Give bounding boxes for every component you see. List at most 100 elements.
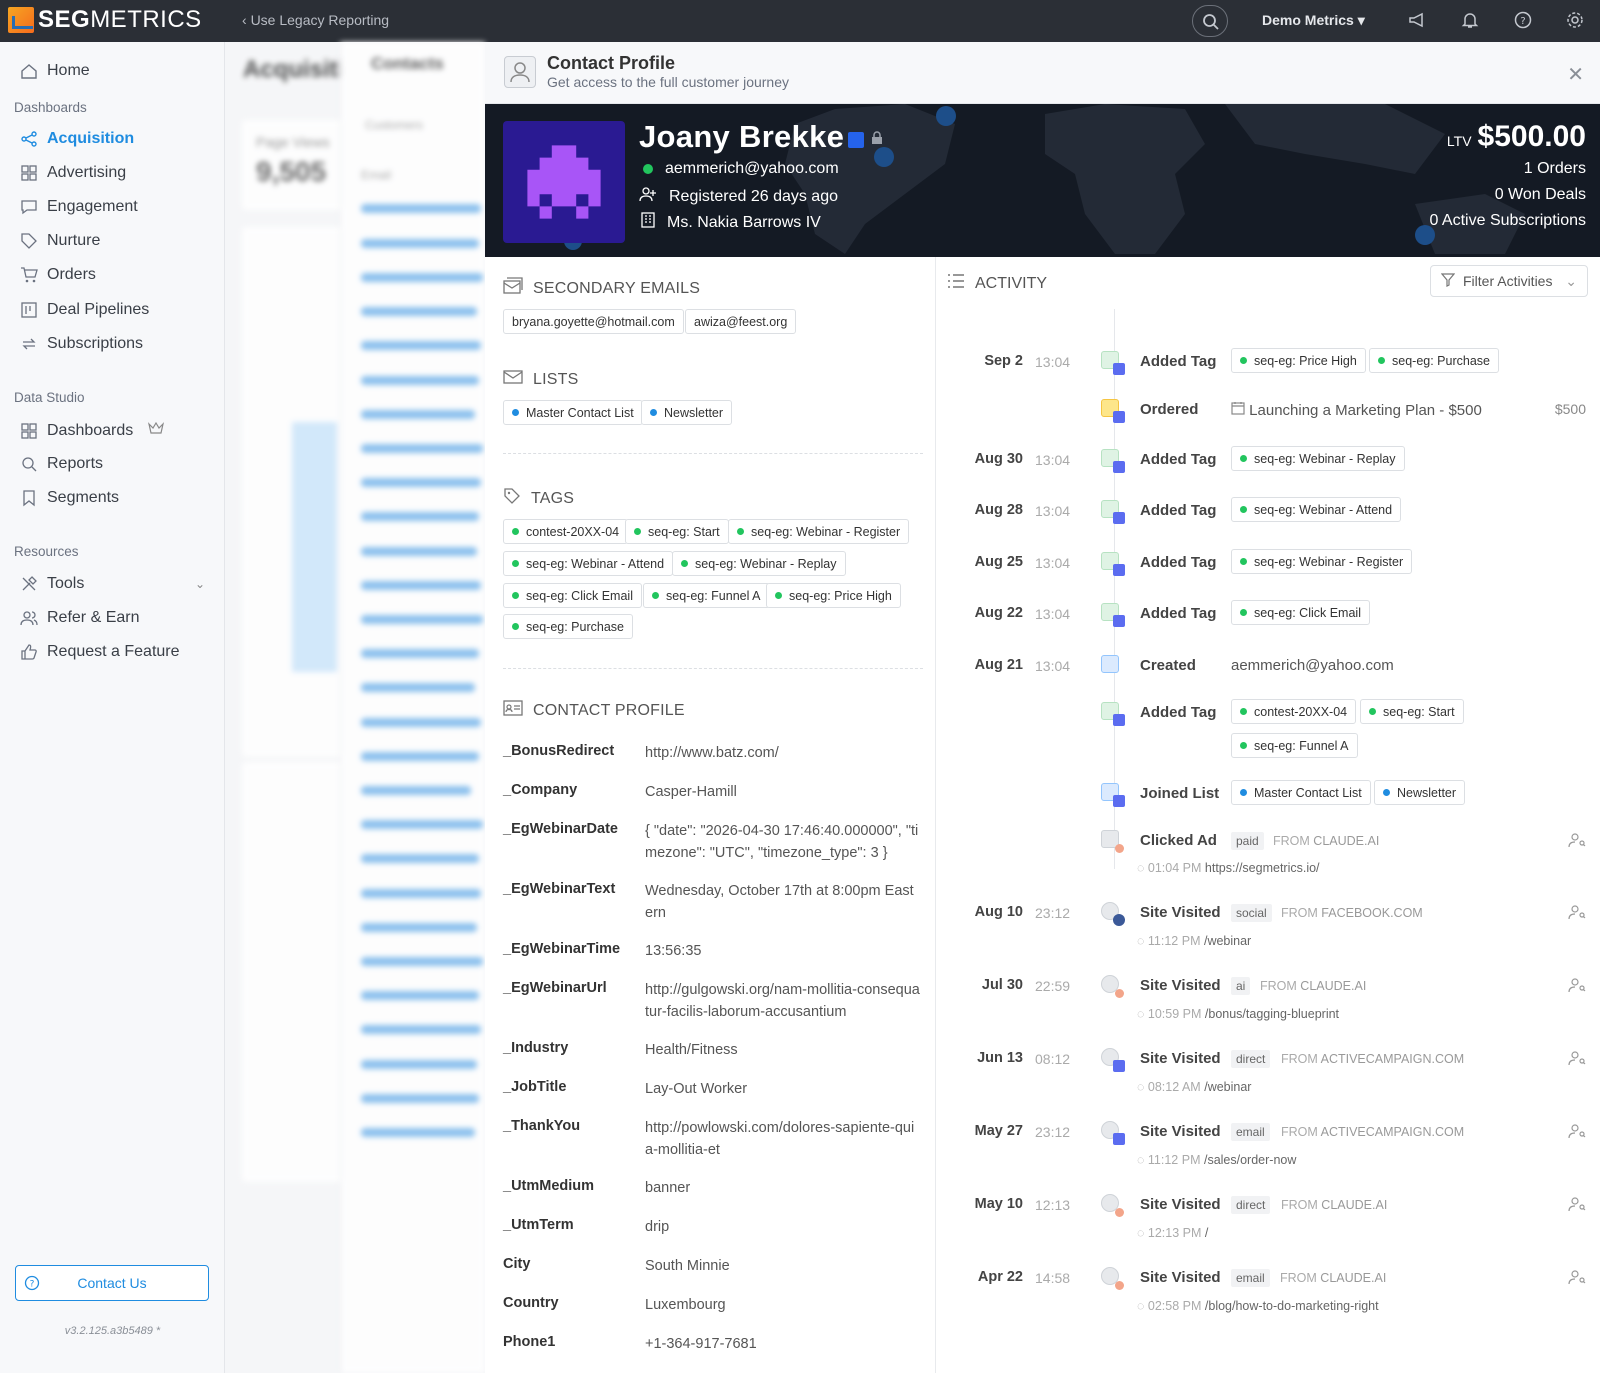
tag-chip[interactable]: seq-eg: Webinar - Register [728, 519, 910, 544]
activecampaign-badge-icon[interactable] [848, 132, 864, 148]
bell-icon[interactable] [1460, 10, 1480, 30]
secondary-email-chip[interactable]: awiza@feest.org [685, 309, 797, 334]
tag-dot [512, 528, 519, 535]
filter-activities-button[interactable]: Filter Activities ⌄ [1430, 265, 1588, 297]
tag-added-icon [1101, 449, 1125, 473]
background-sources-card [242, 762, 352, 1182]
globe-ai-icon [1101, 1267, 1125, 1291]
tag-icon [20, 232, 38, 250]
activity-type: Added Tag [1140, 353, 1217, 370]
activity-date: Sep 2 [984, 353, 1023, 369]
gear-icon[interactable] [1565, 10, 1585, 30]
channel-badge: email [1231, 1269, 1270, 1287]
tag-chip[interactable]: seq-eg: Webinar - Replay [672, 551, 846, 576]
profile-field-value: banner [645, 1180, 691, 1196]
activity-tag-chip[interactable]: seq-eg: Webinar - Register [1231, 549, 1413, 574]
traffic-source: FROM CLAUDE.AI [1273, 834, 1380, 848]
activity-time: 13:04 [1035, 452, 1071, 468]
tag-dot [512, 560, 519, 567]
activity-type: Joined List [1140, 785, 1220, 802]
user-search-icon[interactable] [1568, 831, 1586, 853]
tag-chip[interactable]: seq-eg: Funnel A [643, 583, 770, 608]
profile-field-key: _EgWebinarTime [503, 941, 621, 957]
activity-time: 08:12 [1035, 1051, 1071, 1067]
nav-subscriptions[interactable]: Subscriptions [20, 335, 143, 353]
user-search-icon[interactable] [1568, 1049, 1586, 1071]
nav-tools[interactable]: Tools ⌄ [20, 575, 205, 593]
nav-home[interactable]: Home [20, 62, 90, 80]
tag-chip[interactable]: seq-eg: Click Email [503, 583, 642, 608]
nav-orders[interactable]: Orders [20, 266, 96, 284]
activity-tag-chip[interactable]: seq-eg: Click Email [1231, 600, 1370, 625]
globe-facebook-icon [1101, 902, 1125, 926]
nav-advertising[interactable]: Advertising [20, 164, 126, 182]
close-icon[interactable]: ✕ [1567, 62, 1584, 87]
user-search-icon[interactable] [1568, 976, 1586, 998]
profile-field-key: _JobTitle [503, 1079, 567, 1095]
tag-chip[interactable]: seq-eg: Price High [766, 583, 901, 608]
page-visit-detail: ◌ 08:12 AM /webinar [1137, 1080, 1252, 1094]
activity-tag-chip[interactable]: seq-eg: Purchase [1369, 348, 1499, 373]
account-switcher[interactable]: Demo Metrics ▾ [1262, 12, 1365, 29]
lock-icon [871, 131, 883, 149]
traffic-source: FROM CLAUDE.AI [1260, 979, 1367, 993]
company-contact-row: Ms. Nakia Barrows IV [639, 212, 821, 233]
nav-reports[interactable]: Reports [20, 455, 103, 473]
tag-chip[interactable]: seq-eg: Start [625, 519, 729, 544]
tag-dot [1240, 558, 1247, 565]
user-search-icon[interactable] [1568, 903, 1586, 925]
help-icon[interactable]: ? [1513, 10, 1533, 30]
nav-deal-pipelines[interactable]: Deal Pipelines [20, 301, 149, 319]
user-search-icon[interactable] [1568, 1195, 1586, 1217]
activity-date: Aug 21 [974, 657, 1023, 673]
nav-refer-earn[interactable]: Refer & Earn [20, 609, 139, 627]
activity-type: Added Tag [1140, 704, 1217, 721]
list-chip[interactable]: Newsletter [641, 400, 733, 425]
activity-tag-chip[interactable]: seq-eg: Webinar - Replay [1231, 446, 1405, 471]
tags-header: TAGS [503, 487, 574, 510]
activity-tag-chip[interactable]: seq-eg: Webinar - Attend [1231, 497, 1402, 522]
secondary-email-chip[interactable]: bryana.goyette@hotmail.com [503, 309, 684, 334]
profile-field-value: 13:56:35 [645, 943, 702, 959]
activity-tag-chip[interactable]: seq-eg: Price High [1231, 348, 1366, 373]
nav-engagement[interactable]: Engagement [20, 198, 138, 216]
person-icon [504, 56, 536, 88]
contact-us-button[interactable]: ? Contact Us [15, 1265, 209, 1301]
megaphone-icon[interactable] [1407, 10, 1427, 30]
background-page-title: Acquisiti [243, 56, 345, 83]
tag-dot [1240, 455, 1247, 462]
nav-nurture[interactable]: Nurture [20, 232, 100, 250]
activity-tag-chip[interactable]: contest-20XX-04 [1231, 699, 1357, 724]
background-contacts-panel: Contacts Customers Email [340, 42, 485, 1373]
activity-tag-chip[interactable]: seq-eg: Start [1360, 699, 1464, 724]
activity-list-chip[interactable]: Newsletter [1374, 780, 1466, 805]
nav-segments[interactable]: Segments [20, 489, 119, 507]
legacy-reporting-link[interactable]: ‹ Use Legacy Reporting [242, 12, 389, 28]
search-icon [1203, 14, 1219, 30]
profile-field-value: { "date": "2026-04-30 17:46:40.000000", … [645, 823, 919, 861]
segmetrics-logo[interactable]: SEGMETRICS [8, 6, 202, 34]
order-product[interactable]: Launching a Marketing Plan - $500 [1231, 401, 1482, 419]
section-divider [503, 453, 923, 454]
globe-ai-icon [1101, 975, 1125, 999]
activity-time: 22:59 [1035, 978, 1071, 994]
activity-list-chip[interactable]: Master Contact List [1231, 780, 1371, 805]
tag-added-icon [1101, 500, 1125, 524]
nav-acquisition[interactable]: Acquisition [20, 130, 134, 148]
activity-time: 23:12 [1035, 1124, 1071, 1140]
tag-chip[interactable]: contest-20XX-04 [503, 519, 629, 544]
nav-request-feature[interactable]: Request a Feature [20, 643, 180, 661]
nav-dashboards[interactable]: Dashboards [20, 421, 165, 440]
tag-chip[interactable]: seq-eg: Purchase [503, 614, 633, 639]
profile-field-key: _Company [503, 782, 578, 798]
activity-time: 13:04 [1035, 354, 1071, 370]
user-search-icon[interactable] [1568, 1122, 1586, 1144]
list-chip[interactable]: Master Contact List [503, 400, 643, 425]
tag-dot [681, 560, 688, 567]
tag-chip[interactable]: seq-eg: Webinar - Attend [503, 551, 674, 576]
activity-time: 23:12 [1035, 905, 1071, 921]
search-button[interactable] [1192, 5, 1228, 37]
activity-tag-chip[interactable]: seq-eg: Funnel A [1231, 733, 1358, 758]
channel-badge: ai [1231, 977, 1251, 995]
user-search-icon[interactable] [1568, 1268, 1586, 1290]
